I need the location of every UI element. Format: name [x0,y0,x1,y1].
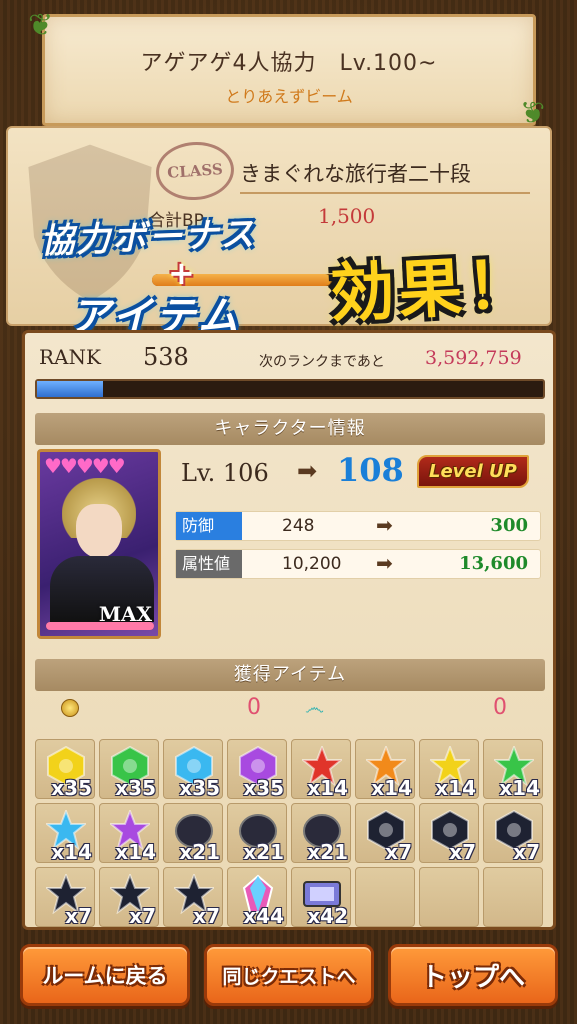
item-slot[interactable]: x7 [35,867,95,928]
arrow-right-icon: ➡ [376,551,393,575]
item-slot[interactable]: x14 [483,739,543,800]
item-slot [355,867,415,927]
portrait-face [76,504,122,558]
top-button[interactable]: トップへ [388,944,558,1006]
item-slot[interactable]: x44 [227,867,287,928]
item-slot[interactable]: x7 [355,803,415,864]
item-slot[interactable]: x21 [291,803,351,864]
level-up-badge: Level UP [417,455,529,488]
quest-title: アゲアゲ4人協力 Lv.100~ [140,51,438,76]
item-count: x21 [243,840,284,864]
next-rank-label: 次のランクまであと [259,354,385,370]
stat-old-value: 248 [282,516,315,536]
item-slot[interactable]: x14 [291,739,351,800]
item-slot[interactable]: x14 [355,739,415,800]
result-panel: RANK 538 次のランクまであと 3,592,759 キャラクター情報 ♥♥… [22,330,556,930]
spiral-icon: ෴ [305,695,324,719]
coin-count: 0 [247,695,261,720]
item-count: x35 [243,776,284,800]
item-count: x7 [65,904,92,928]
item-slot[interactable]: x14 [35,803,95,864]
rank-progress-fill [37,381,103,397]
class-name: きまぐれな旅行者二十段 [240,158,530,194]
item-count: x7 [193,904,220,928]
item-count: x35 [51,776,92,800]
item-slot[interactable]: x21 [163,803,223,864]
item-slot [419,867,479,927]
item-slot[interactable]: x7 [163,867,223,928]
class-stamp: CLASS [154,139,236,203]
card-affinity-bar [46,622,154,630]
vine-decoration-icon: ❦ [28,8,54,43]
item-slot[interactable]: x7 [419,803,479,864]
item-slot[interactable]: x35 [99,739,159,800]
item-count: x44 [243,904,284,928]
item-count: x35 [179,776,220,800]
item-count: x14 [51,840,92,864]
promo-bonus-text: 協力ボーナス [39,214,257,262]
stat-row-defense: 防御 248 ➡ 300 [175,511,541,541]
stat-name: 防御 [176,512,242,540]
promo-effect-text: 効果！ [328,247,537,333]
item-count: x21 [179,840,220,864]
stat-new-value: 13,600 [459,553,528,574]
arrow-right-icon: ➡ [297,457,318,485]
item-slot [483,867,543,927]
item-slot[interactable]: x7 [483,803,543,864]
item-slot[interactable]: x35 [163,739,223,800]
item-count: x7 [449,840,476,864]
heart-icons: ♥♥♥♥♥ [44,454,126,478]
stat-old-value: 10,200 [282,554,342,574]
stat-name: 属性値 [176,550,242,578]
return-room-button[interactable]: ルームに戻る [20,944,190,1006]
item-count: x7 [129,904,156,928]
item-count: x7 [385,840,412,864]
item-slot[interactable]: x14 [99,803,159,864]
character-section-header: キャラクター情報 [35,413,545,445]
item-slot[interactable]: x7 [99,867,159,928]
item-count: x14 [371,776,412,800]
coin-icon [61,699,79,717]
next-rank-value: 3,592,759 [425,347,522,369]
item-count: x42 [307,904,348,928]
card-affinity-fill [46,622,154,630]
item-count: x14 [115,840,156,864]
item-count: x14 [435,776,476,800]
currency-row: 0 ෴ 0 [35,695,545,725]
item-slot[interactable]: x14 [419,739,479,800]
item-slot[interactable]: x42 [291,867,351,928]
rank-label: RANK [39,345,101,369]
level-new: 108 [337,451,404,489]
quest-banner: アゲアゲ4人協力 Lv.100~ とりあえずビーム [42,14,536,126]
rank-progress-bar [35,379,545,399]
item-grid: x35 x35 x35 x35 x14 x14 x14 x14 x14 x14 x21 x21 x21 x… [35,739,545,928]
spiral-count: 0 [493,695,507,720]
item-slot[interactable]: x35 [227,739,287,800]
item-slot[interactable]: x35 [35,739,95,800]
rank-value: 538 [143,343,189,371]
stat-new-value: 300 [490,515,528,536]
quest-subtitle: とりあえずビーム [225,87,353,106]
item-slot[interactable]: x21 [227,803,287,864]
same-quest-button[interactable]: 同じクエストへ [204,944,374,1006]
item-count: x14 [307,776,348,800]
item-count: x21 [307,840,348,864]
level-old: Lv. 106 [181,459,269,487]
bp-value: 1,500 [318,204,376,228]
character-card[interactable]: ♥♥♥♥♥ MAX [37,449,161,639]
stat-row-attribute: 属性値 10,200 ➡ 13,600 [175,549,541,579]
items-section-header: 獲得アイテム [35,659,545,691]
item-count: x35 [115,776,156,800]
arrow-right-icon: ➡ [376,513,393,537]
item-count: x7 [513,840,540,864]
item-count: x14 [499,776,540,800]
